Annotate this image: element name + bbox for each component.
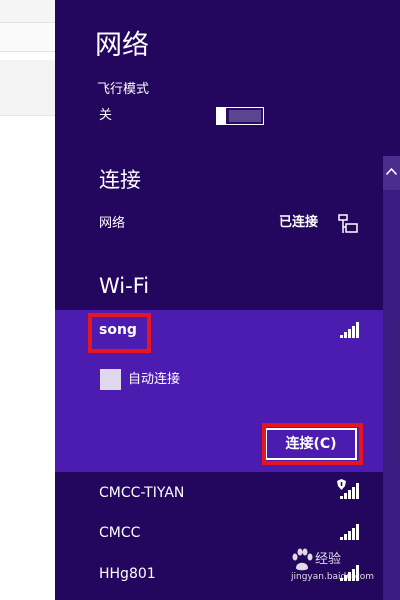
wifi-signal-icon (340, 524, 360, 540)
background-window (0, 0, 55, 600)
wifi-network-name: CMCC (99, 525, 141, 541)
wifi-heading: Wi-Fi (99, 274, 150, 298)
network-connection-row[interactable]: 网络 已连接 (55, 205, 383, 243)
network-panel: 网络 飞行模式 关 连接 网络 已连接 Wi-Fi song 自动连接 连接(C… (55, 0, 400, 600)
airplane-mode-state: 关 (99, 108, 113, 123)
scroll-up-button[interactable] (383, 156, 400, 190)
wifi-network-item[interactable]: CMCC-TIYAN (55, 474, 383, 512)
wifi-network-name: CMCC-TIYAN (99, 485, 185, 501)
panel-title: 网络 (95, 30, 149, 61)
toggle-track (229, 110, 261, 122)
wifi-network-name: song (99, 322, 137, 338)
connections-heading: 连接 (99, 168, 141, 192)
airplane-mode-toggle[interactable] (216, 107, 264, 125)
wifi-network-name: HHg801 (99, 566, 156, 582)
airplane-mode-label: 飞行模式 (97, 82, 150, 97)
shield-icon (337, 479, 346, 490)
chevron-up-icon (386, 168, 397, 175)
baidu-jingyan-watermark: 经验 jingyan.baidu.com (291, 548, 374, 583)
watermark-text: 经验 (315, 552, 342, 567)
background-toolbar (0, 60, 55, 116)
network-status: 已连接 (279, 215, 319, 230)
scrollbar[interactable] (383, 156, 400, 600)
auto-connect-label: 自动连接 (128, 372, 181, 387)
auto-connect-checkbox[interactable] (100, 369, 121, 390)
watermark-url: jingyan.baidu.com (291, 572, 375, 582)
wifi-signal-icon (340, 322, 360, 338)
wired-network-icon (338, 214, 358, 233)
background-address-bar (0, 22, 55, 52)
connect-button[interactable]: 连接(C) (265, 428, 357, 460)
background-bar (0, 0, 55, 22)
network-label: 网络 (99, 216, 126, 231)
toggle-thumb (216, 107, 226, 125)
baidu-paw-icon (292, 548, 313, 571)
